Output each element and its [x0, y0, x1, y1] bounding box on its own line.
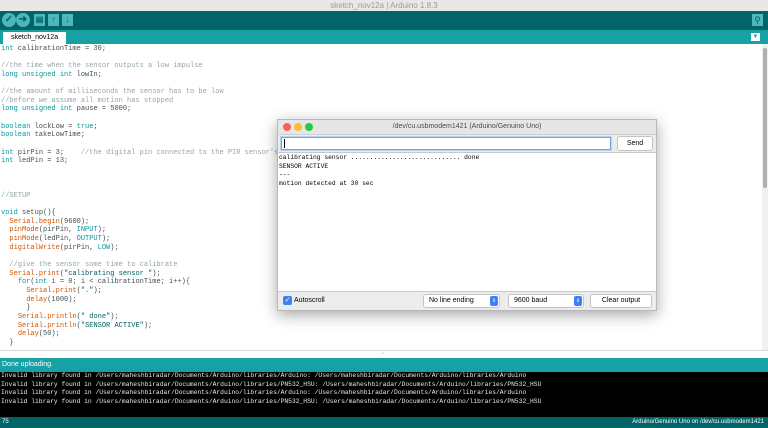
autoscroll-label: Autoscroll: [294, 297, 325, 304]
line-ending-select[interactable]: No line ending ⇕: [423, 294, 500, 308]
autoscroll-checkbox[interactable]: ✓: [283, 296, 292, 305]
serial-output-line: ---: [279, 171, 291, 179]
checkmark-icon: ✓: [284, 297, 291, 304]
send-button[interactable]: Send: [617, 136, 653, 151]
serial-monitor-window: /dev/cu.usbmodem1421 (Arduino/Genuino Un…: [277, 119, 657, 311]
code-line[interactable]: //before we assume all motion has stoppe…: [1, 97, 762, 106]
editor-scrollbar[interactable]: [762, 44, 768, 350]
toolbar: ✓ ➜ ▤ ↑ ↓ ⚲: [0, 11, 768, 30]
serial-output-line: motion detected at 30 sec: [279, 179, 374, 187]
line-number: 75: [2, 419, 9, 425]
line-ending-value: No line ending: [429, 297, 474, 304]
code-line[interactable]: }: [1, 339, 762, 348]
open-button[interactable]: ↑: [48, 14, 59, 26]
select-arrows-icon: ⇕: [490, 296, 498, 306]
code-line[interactable]: long unsigned int lowIn;: [1, 71, 762, 80]
tab-menu-button[interactable]: ▼: [751, 33, 760, 41]
tab-sketch[interactable]: sketch_nov12a: [3, 32, 67, 44]
maximize-icon[interactable]: [305, 123, 313, 131]
console-output: Invalid library found in /Users/maheshbi…: [0, 372, 768, 417]
code-line[interactable]: //the amount of milliseconds the sensor …: [1, 88, 762, 97]
console-line: Invalid library found in /Users/maheshbi…: [1, 380, 542, 388]
serial-output-line: SENSOR ACTIVE: [279, 162, 329, 170]
check-icon: ✓: [4, 14, 14, 25]
code-line[interactable]: [1, 80, 762, 89]
resize-grip-icon[interactable]: •: [382, 352, 386, 357]
serial-monitor-title-text: /dev/cu.usbmodem1421 (Arduino/Genuino Un…: [392, 123, 542, 130]
code-line[interactable]: //the time when the sensor outputs a low…: [1, 62, 762, 71]
board-port: Arduino/Genuino Uno on /dev/cu.usbmodem1…: [632, 419, 764, 425]
window-title: sketch_nov12a | Arduino 1.8.3: [0, 0, 768, 11]
serial-monitor-footer: ✓ Autoscroll No line ending ⇕ 9600 baud …: [278, 292, 656, 310]
serial-monitor-title: /dev/cu.usbmodem1421 (Arduino/Genuino Un…: [278, 120, 656, 135]
clear-output-button[interactable]: Clear output: [590, 294, 652, 308]
serial-monitor-button[interactable]: ⚲: [752, 14, 763, 26]
new-file-icon: ▤: [35, 15, 44, 24]
chevron-down-icon: ▼: [752, 34, 759, 40]
open-icon: ↑: [51, 15, 56, 24]
code-line[interactable]: int calibrationTime = 30;: [1, 45, 762, 54]
code-line[interactable]: [1, 54, 762, 63]
arrow-right-icon: ➜: [18, 14, 28, 25]
magnifier-icon: ⚲: [754, 15, 761, 25]
code-line[interactable]: Serial.println("SENSOR ACTIVE");: [1, 322, 762, 331]
text-cursor: [284, 139, 285, 148]
close-icon[interactable]: [283, 123, 291, 131]
editor-scroll-thumb[interactable]: [763, 48, 767, 188]
verify-button[interactable]: ✓: [2, 13, 16, 27]
status-bar: Done uploading.: [0, 358, 768, 372]
minimize-icon[interactable]: [294, 123, 302, 131]
baud-value: 9600 baud: [514, 297, 548, 304]
status-message: Done uploading.: [2, 361, 53, 368]
tab-bar: sketch_nov12a ▼: [0, 30, 768, 44]
save-icon: ↓: [65, 15, 70, 24]
new-button[interactable]: ▤: [34, 14, 45, 26]
console-line: Invalid library found in /Users/maheshbi…: [1, 398, 542, 406]
serial-output-line: calibrating sensor .....................…: [279, 154, 480, 161]
upload-button[interactable]: ➜: [16, 13, 30, 27]
baud-select[interactable]: 9600 baud ⇕: [508, 294, 584, 308]
serial-output[interactable]: calibrating sensor .....................…: [278, 152, 656, 292]
select-arrows-icon: ⇕: [574, 296, 582, 306]
console-line: Invalid library found in /Users/maheshbi…: [1, 372, 527, 379]
serial-input[interactable]: [281, 137, 611, 150]
console-line: Invalid library found in /Users/maheshbi…: [1, 389, 527, 397]
save-button[interactable]: ↓: [62, 14, 73, 26]
code-line[interactable]: delay(50);: [1, 330, 762, 339]
code-line[interactable]: Serial.println(" done");: [1, 313, 762, 322]
code-line[interactable]: long unsigned int pause = 5000;: [1, 105, 762, 114]
footer-bar: 75 Arduino/Genuino Uno on /dev/cu.usbmod…: [0, 417, 768, 428]
